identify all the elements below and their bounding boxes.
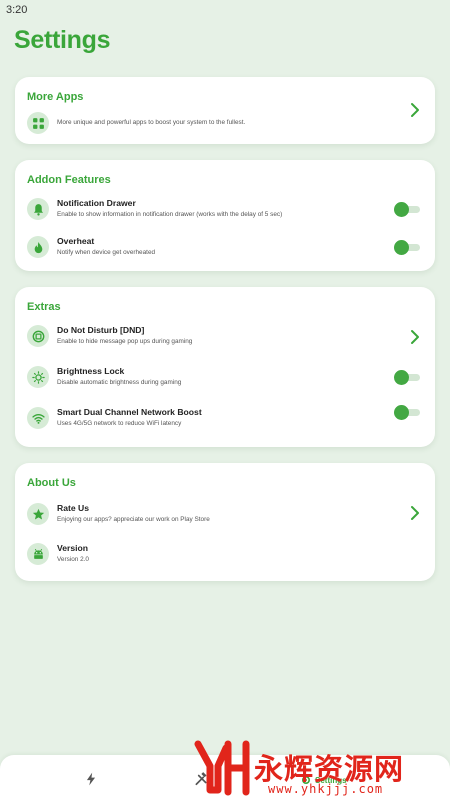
overheat-toggle[interactable] bbox=[394, 240, 420, 255]
status-bar-time: 3:20 bbox=[6, 4, 28, 16]
watermark-logo bbox=[194, 740, 250, 796]
version-description: Version 2.0 bbox=[57, 556, 89, 563]
overheat-title: Overheat bbox=[57, 236, 95, 246]
dnd-icon bbox=[27, 325, 49, 347]
chevron-right-icon[interactable] bbox=[409, 329, 421, 345]
toggle-thumb bbox=[394, 240, 409, 255]
dnd-row[interactable]: Do Not Disturb [DND] Enable to hide mess… bbox=[27, 325, 423, 357]
more-apps-title: More Apps bbox=[27, 91, 84, 103]
toggle-thumb bbox=[394, 405, 409, 420]
overheat-description: Notify when device get overheated bbox=[57, 249, 156, 256]
toggle-thumb bbox=[394, 202, 409, 217]
version-title: Version bbox=[57, 543, 89, 553]
notification-drawer-title: Notification Drawer bbox=[57, 198, 136, 208]
notification-drawer-toggle[interactable] bbox=[394, 202, 420, 217]
overheat-row[interactable]: Overheat Notify when device get overheat… bbox=[27, 236, 423, 268]
dnd-description: Enable to hide message pop ups during ga… bbox=[57, 338, 193, 345]
addon-features-title: Addon Features bbox=[27, 174, 111, 186]
watermark-url: www.yhkjjj.com bbox=[268, 782, 384, 796]
rate-us-row[interactable]: Rate Us Enjoying our apps? appreciate ou… bbox=[27, 503, 423, 535]
brightness-icon bbox=[27, 366, 49, 388]
extras-card: Extras Do Not Disturb [DND] Enable to hi… bbox=[15, 287, 435, 447]
more-apps-description: More unique and powerful apps to boost y… bbox=[57, 119, 246, 126]
flame-icon bbox=[27, 236, 49, 258]
bell-icon bbox=[27, 198, 49, 220]
brightness-lock-description: Disable automatic brightness during gami… bbox=[57, 379, 182, 386]
page-title: Settings bbox=[14, 26, 111, 54]
lightning-icon bbox=[86, 772, 96, 786]
star-icon bbox=[27, 503, 49, 525]
apps-grid-icon bbox=[27, 112, 49, 134]
brightness-lock-title: Brightness Lock bbox=[57, 366, 125, 376]
brightness-lock-toggle[interactable] bbox=[394, 370, 420, 385]
toggle-thumb bbox=[394, 370, 409, 385]
wifi-icon bbox=[27, 407, 49, 429]
brightness-lock-row[interactable]: Brightness Lock Disable automatic bright… bbox=[27, 366, 423, 398]
rate-us-title: Rate Us bbox=[57, 503, 89, 513]
chevron-right-icon[interactable] bbox=[409, 102, 421, 118]
addon-features-card: Addon Features Notification Drawer Enabl… bbox=[15, 160, 435, 271]
network-boost-title: Smart Dual Channel Network Boost bbox=[57, 407, 202, 417]
android-icon bbox=[27, 543, 49, 565]
network-boost-row[interactable]: Smart Dual Channel Network Boost Uses 4G… bbox=[27, 407, 423, 439]
about-us-title: About Us bbox=[27, 477, 76, 489]
about-us-card: About Us Rate Us Enjoying our apps? appr… bbox=[15, 463, 435, 581]
dnd-title: Do Not Disturb [DND] bbox=[57, 325, 145, 335]
more-apps-card[interactable]: More Apps More unique and powerful apps … bbox=[15, 77, 435, 144]
nav-boost[interactable] bbox=[82, 767, 100, 791]
notification-drawer-row[interactable]: Notification Drawer Enable to show infor… bbox=[27, 198, 423, 230]
chevron-right-icon[interactable] bbox=[409, 505, 421, 521]
version-row: Version Version 2.0 bbox=[27, 543, 423, 575]
extras-title: Extras bbox=[27, 301, 61, 313]
notification-drawer-description: Enable to show information in notificati… bbox=[57, 211, 283, 218]
network-boost-description: Uses 4G/5G network to reduce WiFi latenc… bbox=[57, 420, 182, 427]
more-apps-row[interactable]: More unique and powerful apps to boost y… bbox=[27, 112, 423, 144]
network-boost-toggle[interactable] bbox=[394, 405, 420, 420]
rate-us-description: Enjoying our apps? appreciate our work o… bbox=[57, 516, 210, 523]
